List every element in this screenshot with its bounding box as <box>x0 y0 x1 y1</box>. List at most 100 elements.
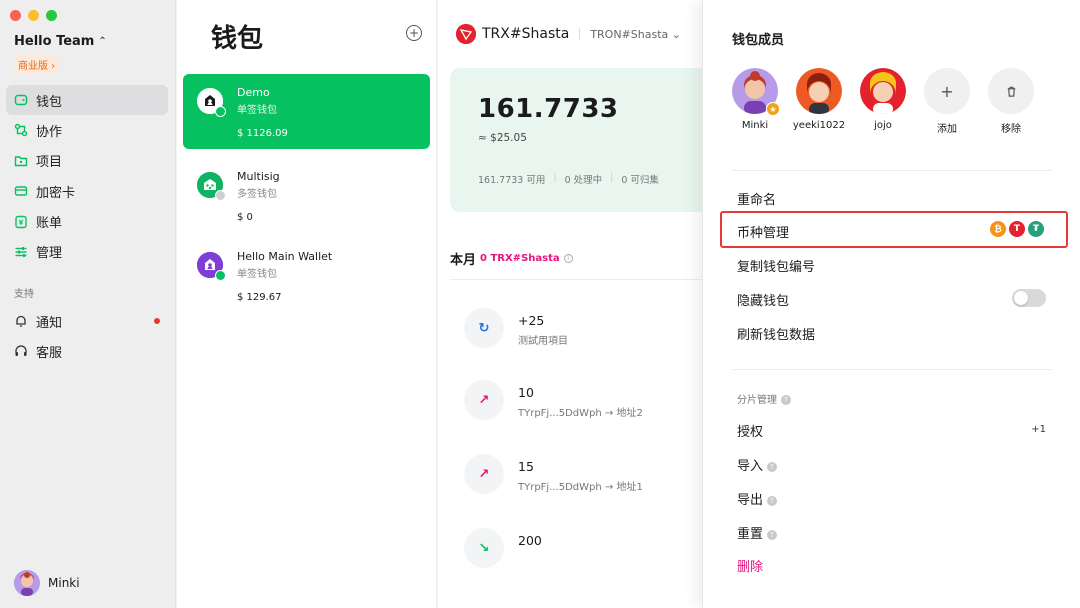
sidebar-item-notifications[interactable]: 通知 <box>6 306 168 336</box>
hide-wallet-toggle[interactable] <box>1012 289 1046 307</box>
sidebar-item-label: 协作 <box>36 124 63 140</box>
chevron-updown-icon: ⌃ <box>98 36 107 47</box>
sidebar-item-projects[interactable]: 项目 <box>6 146 168 176</box>
transaction-row[interactable]: ↗ 15 TYrpFj...5DdWph → 地址1 <box>464 454 643 498</box>
sidebar-item-wallet[interactable]: 钱包 <box>6 85 168 115</box>
member-name: yeeki1022 <box>792 120 846 131</box>
team-switcher[interactable]: Hello Team ⌃ <box>14 34 107 49</box>
plan-badge[interactable]: 商业版 › <box>14 56 60 73</box>
shard-section-label: 分片管理? <box>737 391 791 406</box>
trash-icon <box>988 68 1034 114</box>
transaction-amount: 200 <box>518 533 542 548</box>
member-yeeki1022[interactable]: yeeki1022 <box>792 68 846 135</box>
support-section-label: 支持 <box>14 289 34 300</box>
sliders-icon <box>14 245 28 259</box>
headset-icon <box>14 344 28 358</box>
arrow-down-right-icon: ↘ <box>464 528 504 568</box>
sidebar-item-bills[interactable]: 账单 <box>6 207 168 237</box>
network-selector[interactable]: TRON#Shasta ⌄ <box>590 28 681 41</box>
reset-menu-item[interactable]: 重置? <box>737 523 778 542</box>
collectable-balance: 0 可归集 <box>621 175 659 186</box>
copy-wallet-id-menu-item[interactable]: 复制钱包编号 <box>737 256 815 275</box>
add-wallet-button[interactable]: + <box>406 25 422 41</box>
transaction-row[interactable]: ↘ 200 <box>464 528 542 572</box>
transaction-row[interactable]: ↗ 10 TYrpFj...5DdWph → 地址2 <box>464 380 643 424</box>
members-title: 钱包成员 <box>732 33 785 48</box>
transaction-row[interactable]: ↻ +25 测試用項目 <box>464 308 568 352</box>
zoom-window-button[interactable] <box>46 10 57 21</box>
sidebar-item-support[interactable]: 客服 <box>6 336 168 366</box>
divider <box>732 170 1052 171</box>
sidebar: Hello Team ⌃ 商业版 › 钱包 协作 项目 加密卡 账单 管理 支持… <box>0 0 176 608</box>
import-menu-item[interactable]: 导入? <box>737 455 778 474</box>
month-value: 0 TRX#Shasta <box>480 253 560 264</box>
sidebar-item-crypto-card[interactable]: 加密卡 <box>6 176 168 206</box>
tether-icon: ₮ <box>1028 221 1044 237</box>
help-icon[interactable]: ? <box>767 461 778 472</box>
divider <box>450 279 720 280</box>
wallet-detail: TRX#Shasta TRON#Shasta ⌄ 161.7733 ≈ $25.… <box>438 0 720 608</box>
wallet-icon <box>14 93 28 107</box>
remove-member-label: 移除 <box>1001 124 1021 135</box>
export-menu-item[interactable]: 导出? <box>737 489 778 508</box>
member-minki[interactable]: ★ Minki <box>731 68 780 135</box>
sidebar-item-label: 钱包 <box>36 94 63 110</box>
coin-icons: ₿ T ₮ <box>990 221 1044 237</box>
sidebar-item-label: 加密卡 <box>36 185 76 201</box>
card-icon <box>14 184 28 198</box>
wallet-amount: $ 1126.09 <box>237 128 288 139</box>
help-icon[interactable]: ? <box>767 529 778 540</box>
divider <box>732 369 1052 370</box>
multisig-wallet-icon <box>197 172 226 201</box>
processing-balance: 0 处理中 <box>564 175 603 186</box>
plus-icon: + <box>408 26 420 40</box>
sidebar-item-label: 管理 <box>36 246 63 262</box>
avatar <box>796 68 842 114</box>
user-name: Minki <box>48 576 80 590</box>
wallet-name: Hello Main Wallet <box>237 250 333 263</box>
arrow-up-right-icon: ↗ <box>464 454 504 494</box>
delete-menu-item[interactable]: 删除 <box>737 556 763 575</box>
help-icon[interactable]: ? <box>781 395 791 405</box>
refresh-wallet-menu-item[interactable]: 刷新钱包数据 <box>737 324 815 343</box>
month-label: 本月 <box>450 253 477 268</box>
sidebar-item-manage[interactable]: 管理 <box>6 237 168 267</box>
add-member-button[interactable]: + 添加 <box>923 68 971 135</box>
sidebar-item-collaboration[interactable]: 协作 <box>6 115 168 145</box>
owner-star-icon: ★ <box>766 102 780 116</box>
wallet-item-hello-main[interactable]: Hello Main Wallet 单签钱包 $ 129.67 <box>183 238 430 313</box>
check-badge-icon <box>215 270 226 281</box>
check-badge-icon <box>215 106 226 117</box>
rename-menu-item[interactable]: 重命名 <box>737 189 776 208</box>
bell-icon <box>14 314 28 328</box>
info-icon[interactable]: i <box>563 254 573 263</box>
wallet-list-panel: 钱包 + Demo 单签钱包 $ 1126.09 Multisig 多签钱包 $… <box>177 0 437 608</box>
wallet-item-multisig[interactable]: Multisig 多签钱包 $ 0 <box>183 158 430 233</box>
coin-manage-menu-item[interactable]: 币种管理 <box>737 222 789 241</box>
help-icon[interactable]: ? <box>767 495 778 506</box>
hide-wallet-menu-item: 隐藏钱包 <box>737 294 790 309</box>
transaction-amount: 10 <box>518 385 534 400</box>
current-user[interactable]: Minki <box>14 570 80 596</box>
wallet-type: 单签钱包 <box>237 105 277 116</box>
notification-dot <box>154 318 160 324</box>
minimize-window-button[interactable] <box>28 10 39 21</box>
member-jojo[interactable]: jojo <box>859 68 907 135</box>
wallet-amount: $ 129.67 <box>237 292 282 303</box>
sidebar-item-label: 客服 <box>36 345 63 361</box>
wallet-type: 多签钱包 <box>237 189 277 200</box>
sidebar-nav: 钱包 协作 项目 加密卡 账单 管理 <box>6 85 168 267</box>
chevron-down-icon: ⌄ <box>671 27 681 41</box>
divider: | <box>610 172 614 183</box>
team-name: Hello Team <box>14 34 95 49</box>
plus-icon: + <box>924 68 970 114</box>
member-list: ★ Minki yeeki1022 jojo + 添加 移除 <box>731 68 1035 135</box>
authorize-menu-item[interactable]: 授权 <box>737 421 763 440</box>
divider <box>579 28 581 40</box>
add-member-label: 添加 <box>937 124 957 135</box>
tron-icon: T <box>1009 221 1025 237</box>
remove-member-button[interactable]: 移除 <box>987 68 1035 135</box>
wallet-item-demo[interactable]: Demo 单签钱包 $ 1126.09 <box>183 74 430 149</box>
close-window-button[interactable] <box>10 10 21 21</box>
chain-header: TRX#Shasta TRON#Shasta ⌄ <box>456 24 681 44</box>
